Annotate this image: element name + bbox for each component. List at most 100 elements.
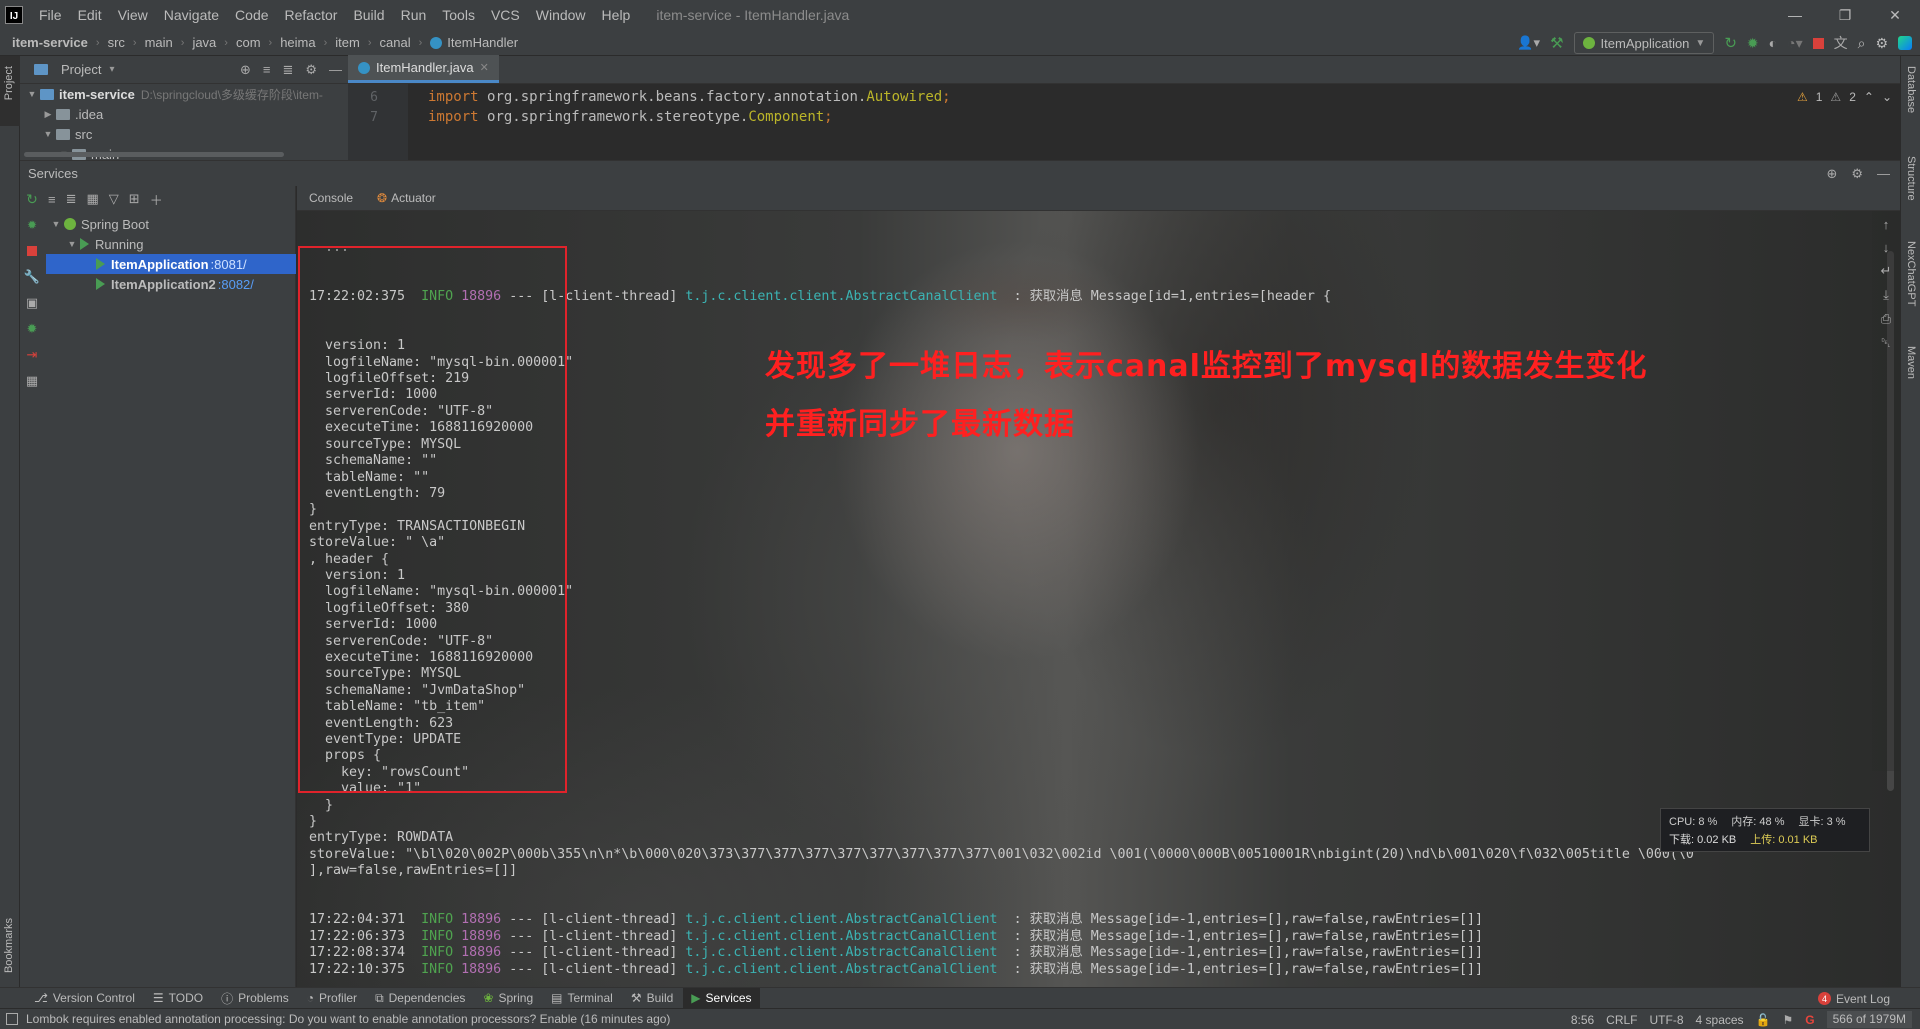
tab-actuator[interactable]: ❂ Actuator — [371, 191, 442, 205]
tab-console[interactable]: Console — [303, 191, 359, 205]
translate-icon[interactable]: 文 — [1834, 33, 1848, 53]
close-button[interactable]: ✕ — [1870, 0, 1920, 30]
menu-help[interactable]: Help — [594, 0, 639, 30]
port-link[interactable]: :8082/ — [218, 277, 254, 292]
menu-refactor[interactable]: Refactor — [277, 0, 346, 30]
menu-build[interactable]: Build — [345, 0, 392, 30]
minimize-button[interactable]: — — [1770, 0, 1820, 30]
tree-item-root[interactable]: ▼ item-service D:\springcloud\多级缓存阶段\ite… — [20, 84, 348, 104]
locate-icon[interactable]: ⊕ — [240, 62, 251, 78]
settings-gear-icon[interactable]: ⚙ — [1851, 166, 1863, 182]
jetbrains-toolbox-icon[interactable] — [1898, 36, 1912, 50]
menu-view[interactable]: View — [110, 0, 156, 30]
inspection-icon[interactable]: ⚑ — [1783, 1013, 1794, 1027]
nexchatgpt-tool-tab[interactable]: NexChatGPT — [1905, 241, 1917, 306]
trash-icon[interactable]: ␡ — [1881, 335, 1891, 351]
chevron-down-icon[interactable]: ▾ — [109, 64, 114, 75]
editor-tab-itemhandler[interactable]: ItemHandler.java ✕ — [348, 55, 499, 83]
event-log-button[interactable]: 4 Event Log — [1817, 988, 1890, 1009]
code-line[interactable]: import org.springframework.stereotype.Co… — [428, 109, 833, 125]
tree-item-running[interactable]: ▼ Running — [46, 234, 296, 254]
soft-wrap-icon[interactable]: ↵ — [1881, 263, 1892, 279]
tab-todo[interactable]: ☰ TODO — [145, 988, 211, 1009]
tab-build[interactable]: ⚒ Build — [623, 988, 681, 1009]
menu-edit[interactable]: Edit — [70, 0, 110, 30]
build-hammer-icon[interactable]: ⚒ — [1550, 34, 1563, 52]
chevron-up-icon[interactable]: ⌃ — [1864, 90, 1874, 104]
breadcrumb-item[interactable]: main — [145, 35, 173, 50]
breadcrumb-item[interactable]: heima — [280, 35, 315, 50]
menu-vcs[interactable]: VCS — [483, 0, 528, 30]
horizontal-scrollbar[interactable] — [24, 152, 284, 157]
breadcrumb-item[interactable]: item-service — [12, 35, 88, 50]
project-panel-title[interactable]: Project — [61, 62, 101, 77]
chevron-down-icon[interactable]: ⌄ — [1882, 90, 1892, 104]
debug-icon[interactable]: ✹ — [1747, 35, 1759, 52]
add-service-icon[interactable]: ＋ — [150, 190, 163, 209]
memory-indicator[interactable]: 566 of 1979M — [1826, 1011, 1912, 1028]
tab-problems[interactable]: ⓘ Problems — [213, 988, 297, 1009]
coverage-icon[interactable]: ◐ — [1769, 35, 1777, 51]
chevron-down-icon[interactable]: ▼ — [50, 219, 62, 229]
tab-dependencies[interactable]: ⧉ Dependencies — [367, 988, 473, 1009]
layout-button[interactable]: ▦ — [20, 368, 44, 394]
expand-all-icon[interactable]: ≡ — [48, 192, 56, 207]
hide-icon[interactable]: — — [329, 62, 342, 78]
user-icon[interactable]: 👤▾ — [1517, 35, 1540, 51]
menu-navigate[interactable]: Navigate — [156, 0, 227, 30]
tab-services[interactable]: ▶ Services — [683, 987, 760, 1009]
close-icon[interactable]: ✕ — [480, 61, 489, 74]
bookmarks-tool-tab[interactable]: Bookmarks — [3, 918, 15, 973]
stop-button[interactable] — [20, 238, 44, 264]
expand-all-icon[interactable]: ≡ — [263, 62, 271, 78]
lock-icon[interactable]: 🔓 — [1756, 1013, 1771, 1027]
structure-tool-tab[interactable]: Structure — [1905, 156, 1917, 201]
debug-button[interactable]: ✹ — [20, 212, 44, 238]
arrow-down-icon[interactable]: ↓ — [1883, 240, 1890, 255]
hide-icon[interactable]: — — [1877, 166, 1890, 182]
breadcrumb-item[interactable]: com — [236, 35, 261, 50]
settings-gear-icon[interactable]: ⚙ — [305, 62, 317, 78]
breadcrumb-item[interactable]: item — [335, 35, 360, 50]
database-tool-tab[interactable]: Database — [1905, 66, 1917, 113]
tree-item-itemapplication2[interactable]: ItemApplication2 :8082/ — [46, 274, 296, 294]
chevron-down-icon[interactable]: ▼ — [42, 129, 54, 139]
collapse-all-icon[interactable]: ≣ — [66, 191, 77, 207]
google-icon[interactable]: G — [1805, 1013, 1814, 1027]
indent-setting[interactable]: 4 spaces — [1696, 1013, 1744, 1027]
console-output[interactable]: ... 17:22:02:375 INFO 18896 --- [l-clien… — [297, 211, 1900, 988]
chevron-down-icon[interactable]: ▼ — [66, 239, 78, 249]
tree-item-spring-boot[interactable]: ▼ Spring Boot — [46, 214, 296, 234]
maven-tool-tab[interactable]: Maven — [1905, 346, 1917, 379]
port-link[interactable]: :8081/ — [211, 257, 247, 272]
print-icon[interactable]: ⎙ — [1881, 311, 1891, 327]
tree-item-itemapplication[interactable]: ItemApplication :8081/ — [46, 254, 296, 274]
new-tab-icon[interactable]: ⊞ — [129, 191, 140, 207]
tree-item-idea[interactable]: ▶ .idea — [20, 104, 348, 124]
exit-button[interactable]: ⇥ — [20, 342, 44, 368]
group-by-icon[interactable]: ▦ — [87, 191, 99, 207]
menu-window[interactable]: Window — [528, 0, 594, 30]
project-tool-tab[interactable]: Project — [3, 66, 15, 100]
stop-icon[interactable] — [1812, 37, 1824, 49]
breadcrumb-item[interactable]: ItemHandler — [447, 35, 518, 50]
rerun-button[interactable]: ↻ — [20, 186, 44, 212]
search-icon[interactable]: ⌕ — [1858, 35, 1866, 52]
add-icon[interactable]: ⊕ — [1826, 166, 1837, 182]
rerun-debug-button[interactable]: ✹ — [20, 316, 44, 342]
code-line[interactable]: import org.springframework.beans.factory… — [428, 89, 951, 105]
tab-spring[interactable]: ❀ Spring — [475, 988, 541, 1009]
collapse-all-icon[interactable]: ≣ — [282, 62, 293, 78]
rerun-icon[interactable]: ↻ — [1724, 34, 1737, 52]
arrow-up-icon[interactable]: ↑ — [1883, 217, 1890, 232]
inspection-widget[interactable]: ⚠ 1 ⚠ 2 ⌃ ⌄ — [1797, 90, 1892, 104]
breadcrumb-item[interactable]: java — [192, 35, 216, 50]
restore-button[interactable]: ❐ — [1820, 0, 1870, 30]
menu-code[interactable]: Code — [227, 0, 276, 30]
chevron-down-icon[interactable]: ▼ — [26, 89, 38, 99]
breadcrumb-item[interactable]: src — [108, 35, 125, 50]
line-separator[interactable]: CRLF — [1606, 1013, 1637, 1027]
profile-icon[interactable]: ◔▾ — [1787, 35, 1802, 52]
tab-terminal[interactable]: ▤ Terminal — [543, 988, 621, 1009]
menu-file[interactable]: File — [31, 0, 70, 30]
